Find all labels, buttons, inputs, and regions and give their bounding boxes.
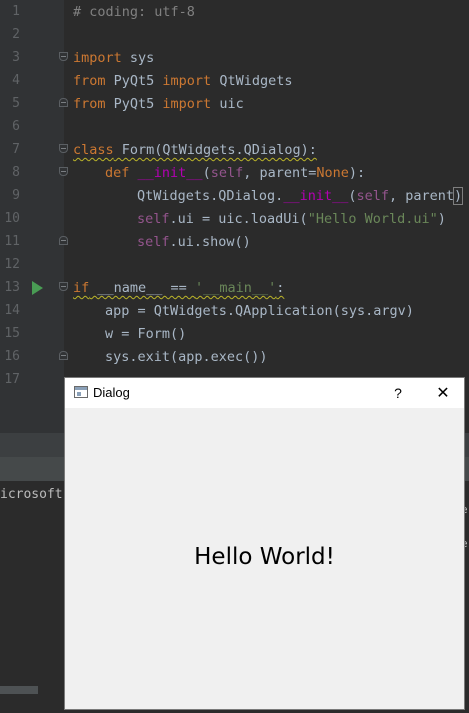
run-icon[interactable] (32, 281, 43, 295)
fold-toggle-icon[interactable] (59, 167, 68, 176)
code-editor[interactable]: 1 # coding: utf-8 2 3 import sys 4 from … (0, 0, 469, 433)
code-text: QtWidgets.QDialog.__init__(self, parent) (137, 187, 464, 205)
code-text: from PyQt5 import QtWidgets (73, 73, 293, 89)
code-line-10[interactable]: 10 self.ui = uic.loadUi("Hello World.ui"… (0, 207, 469, 230)
dialog-titlebar[interactable]: Dialog ? ✕ (65, 378, 464, 408)
code-line-4[interactable]: 4 from PyQt5 import QtWidgets (0, 69, 469, 92)
console-horizontal-scrollbar[interactable] (0, 686, 38, 694)
line-number: 14 (4, 303, 20, 318)
code-line-13[interactable]: 13 if __name__ == '__main__': (0, 276, 469, 299)
line-number: 6 (12, 119, 20, 134)
line-number: 17 (4, 372, 20, 387)
fold-toggle-icon[interactable] (59, 144, 68, 153)
code-text: def __init__(self, parent=None): (105, 165, 366, 181)
line-number: 8 (12, 165, 20, 180)
line-number: 15 (4, 326, 20, 341)
code-text: from PyQt5 import uic (73, 96, 244, 112)
code-text: w = Form() (105, 326, 187, 342)
code-line-6[interactable]: 6 (0, 115, 469, 138)
line-number: 16 (4, 349, 20, 364)
code-text: class Form(QtWidgets.QDialog): (73, 142, 317, 158)
dialog-title: Dialog (93, 385, 130, 400)
close-button[interactable]: ✕ (423, 378, 463, 408)
fold-toggle-icon[interactable] (59, 351, 68, 360)
code-text: self.ui = uic.loadUi("Hello World.ui") (137, 211, 446, 227)
code-text: if __name__ == '__main__': (73, 280, 285, 296)
line-number: 3 (12, 50, 20, 65)
line-number: 7 (12, 142, 20, 157)
help-button[interactable]: ? (383, 378, 413, 408)
line-number: 9 (12, 188, 20, 203)
code-line-1[interactable]: 1 # coding: utf-8 (0, 0, 469, 23)
code-line-7[interactable]: 7 class Form(QtWidgets.QDialog): (0, 138, 469, 161)
code-line-5[interactable]: 5 from PyQt5 import uic (0, 92, 469, 115)
qt-dialog-window[interactable]: Dialog ? ✕ Hello World! (64, 377, 465, 710)
console-output: icrosoft (0, 487, 63, 502)
code-text: app = QtWidgets.QApplication(sys.argv) (105, 303, 414, 319)
code-line-12[interactable]: 12 (0, 253, 469, 276)
code-line-2[interactable]: 2 (0, 23, 469, 46)
code-line-11[interactable]: 11 self.ui.show() (0, 230, 469, 253)
line-number: 5 (12, 96, 20, 111)
line-number: 11 (4, 234, 20, 249)
line-number: 4 (12, 73, 20, 88)
code-line-16[interactable]: 16 sys.exit(app.exec()) (0, 345, 469, 368)
line-number: 10 (4, 211, 20, 226)
code-text: # coding: utf-8 (73, 4, 195, 20)
code-text: self.ui.show() (137, 234, 251, 250)
code-line-9[interactable]: 9 QtWidgets.QDialog.__init__(self, paren… (0, 184, 469, 207)
fold-toggle-icon[interactable] (59, 52, 68, 61)
code-line-15[interactable]: 15 w = Form() (0, 322, 469, 345)
line-number: 1 (12, 4, 20, 19)
code-line-3[interactable]: 3 import sys (0, 46, 469, 69)
line-number: 12 (4, 257, 20, 272)
line-number: 2 (12, 27, 20, 42)
code-line-8[interactable]: 8 def __init__(self, parent=None): (0, 161, 469, 184)
code-line-14[interactable]: 14 app = QtWidgets.QApplication(sys.argv… (0, 299, 469, 322)
hello-world-label: Hello World! (194, 544, 335, 570)
line-number: 13 (4, 280, 20, 295)
fold-toggle-icon[interactable] (59, 282, 68, 291)
code-text: import sys (73, 50, 155, 66)
code-text: sys.exit(app.exec()) (105, 349, 268, 365)
window-icon (74, 386, 88, 398)
fold-toggle-icon[interactable] (59, 236, 68, 245)
fold-toggle-icon[interactable] (59, 98, 68, 107)
